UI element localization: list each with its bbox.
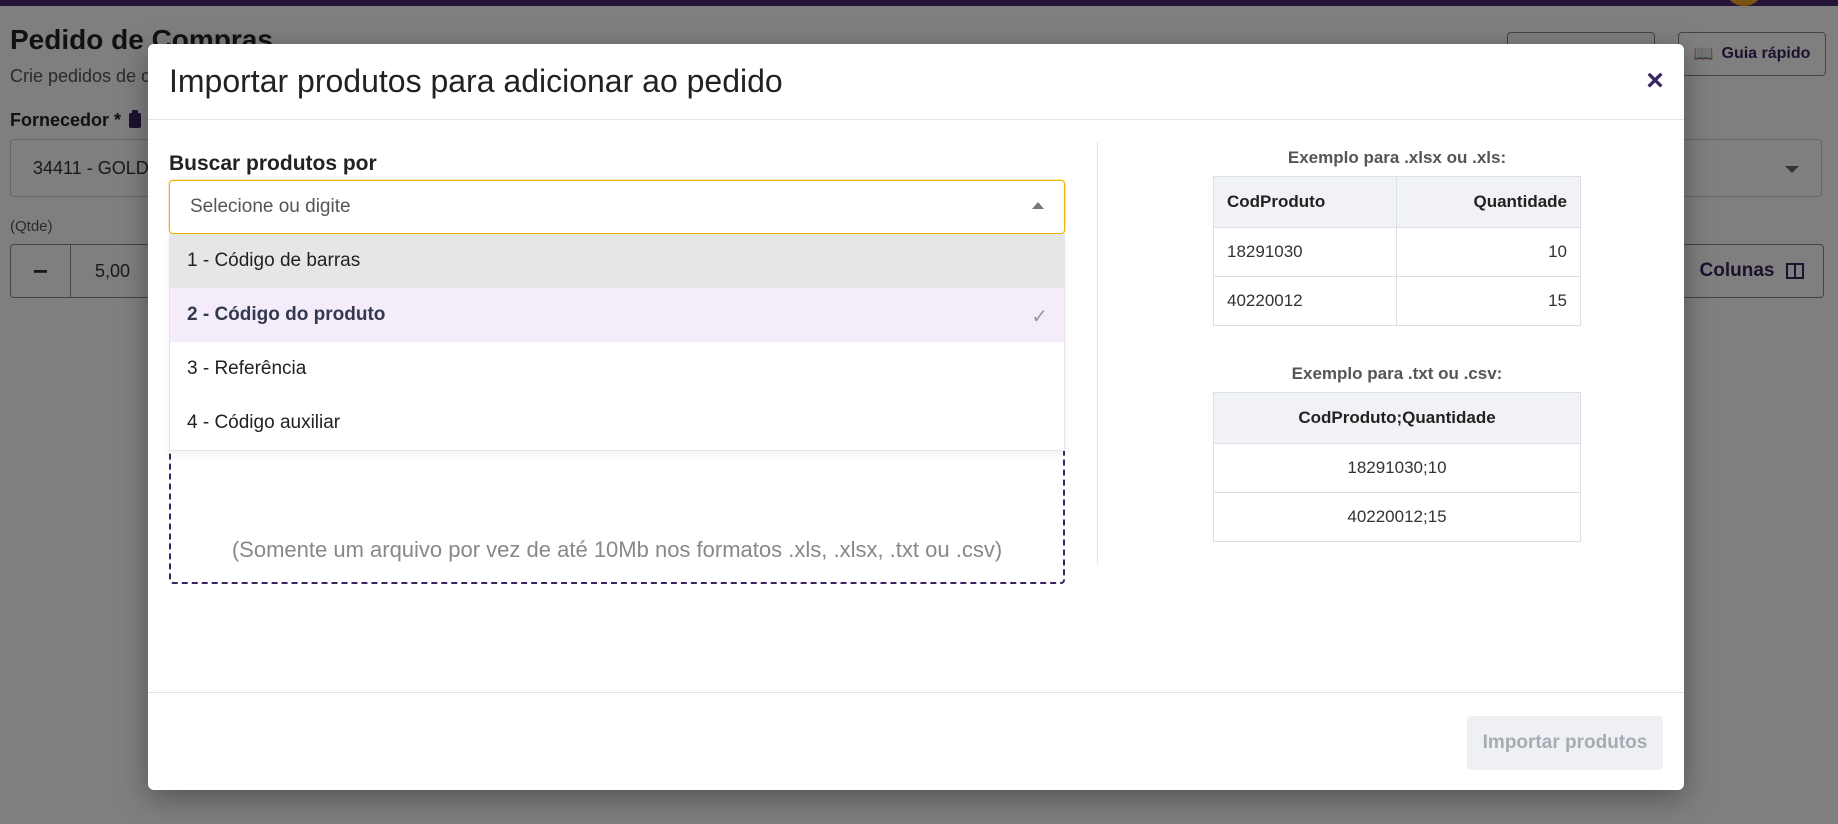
table-cell: 40220012 bbox=[1213, 276, 1397, 326]
table-cell: 18291030;10 bbox=[1213, 443, 1581, 493]
column-header: CodProduto bbox=[1213, 176, 1397, 228]
modal-footer: Importar produtos bbox=[148, 692, 1684, 790]
table-cell: 40220012;15 bbox=[1213, 492, 1581, 542]
table-row: 18291030 10 bbox=[1213, 227, 1581, 277]
modal-title: Importar produtos para adicionar ao pedi… bbox=[169, 63, 783, 99]
search-by-select[interactable] bbox=[169, 180, 1065, 234]
chevron-up-icon[interactable] bbox=[1032, 202, 1044, 209]
import-products-button[interactable]: Importar produtos bbox=[1467, 716, 1663, 770]
txt-example-title: Exemplo para .txt ou .csv: bbox=[1291, 364, 1503, 383]
option-auxiliary-code[interactable]: 4 - Código auxiliar bbox=[170, 396, 1064, 450]
modal-body: Buscar produtos por (Somente um arquivo … bbox=[148, 120, 1684, 692]
import-products-modal: Importar produtos para adicionar ao pedi… bbox=[148, 44, 1684, 790]
option-product-code[interactable]: 2 - Código do produto ✓ bbox=[170, 288, 1064, 342]
search-by-dropdown: 1 - Código de barras 2 - Código do produ… bbox=[169, 234, 1065, 451]
search-by-label: Buscar produtos por bbox=[169, 152, 377, 175]
table-cell: 18291030 bbox=[1213, 227, 1397, 277]
option-label: 4 - Código auxiliar bbox=[187, 412, 341, 433]
column-header: Quantidade bbox=[1396, 176, 1581, 228]
option-barcode[interactable]: 1 - Código de barras bbox=[170, 234, 1064, 288]
close-icon[interactable]: × bbox=[1642, 66, 1668, 96]
check-icon: ✓ bbox=[1031, 306, 1048, 328]
table-row: 40220012 15 bbox=[1213, 276, 1581, 326]
table-header-row: CodProduto;Quantidade bbox=[1213, 392, 1581, 444]
modal-header: Importar produtos para adicionar ao pedi… bbox=[148, 44, 1684, 120]
option-reference[interactable]: 3 - Referência bbox=[170, 342, 1064, 396]
table-cell: 15 bbox=[1396, 276, 1581, 326]
option-label: 2 - Código do produto bbox=[187, 304, 386, 325]
option-label: 1 - Código de barras bbox=[187, 250, 361, 271]
dropzone-hint: (Somente um arquivo por vez de até 10Mb … bbox=[231, 537, 1003, 562]
table-row: 40220012;15 bbox=[1213, 492, 1581, 542]
search-by-input[interactable] bbox=[190, 181, 990, 233]
table-header-row: CodProduto Quantidade bbox=[1213, 176, 1581, 228]
section-divider bbox=[1097, 142, 1098, 564]
table-cell: 10 bbox=[1396, 227, 1581, 277]
table-row: 18291030;10 bbox=[1213, 443, 1581, 493]
search-section: Buscar produtos por (Somente um arquivo … bbox=[169, 120, 1065, 692]
xlsx-example-table: CodProduto Quantidade 18291030 10 402200… bbox=[1213, 176, 1581, 326]
txt-example-table: CodProduto;Quantidade 18291030;10 402200… bbox=[1213, 392, 1581, 542]
column-header: CodProduto;Quantidade bbox=[1213, 392, 1581, 444]
xlsx-example-title: Exemplo para .xlsx ou .xls: bbox=[1287, 148, 1507, 167]
option-label: 3 - Referência bbox=[187, 358, 307, 379]
